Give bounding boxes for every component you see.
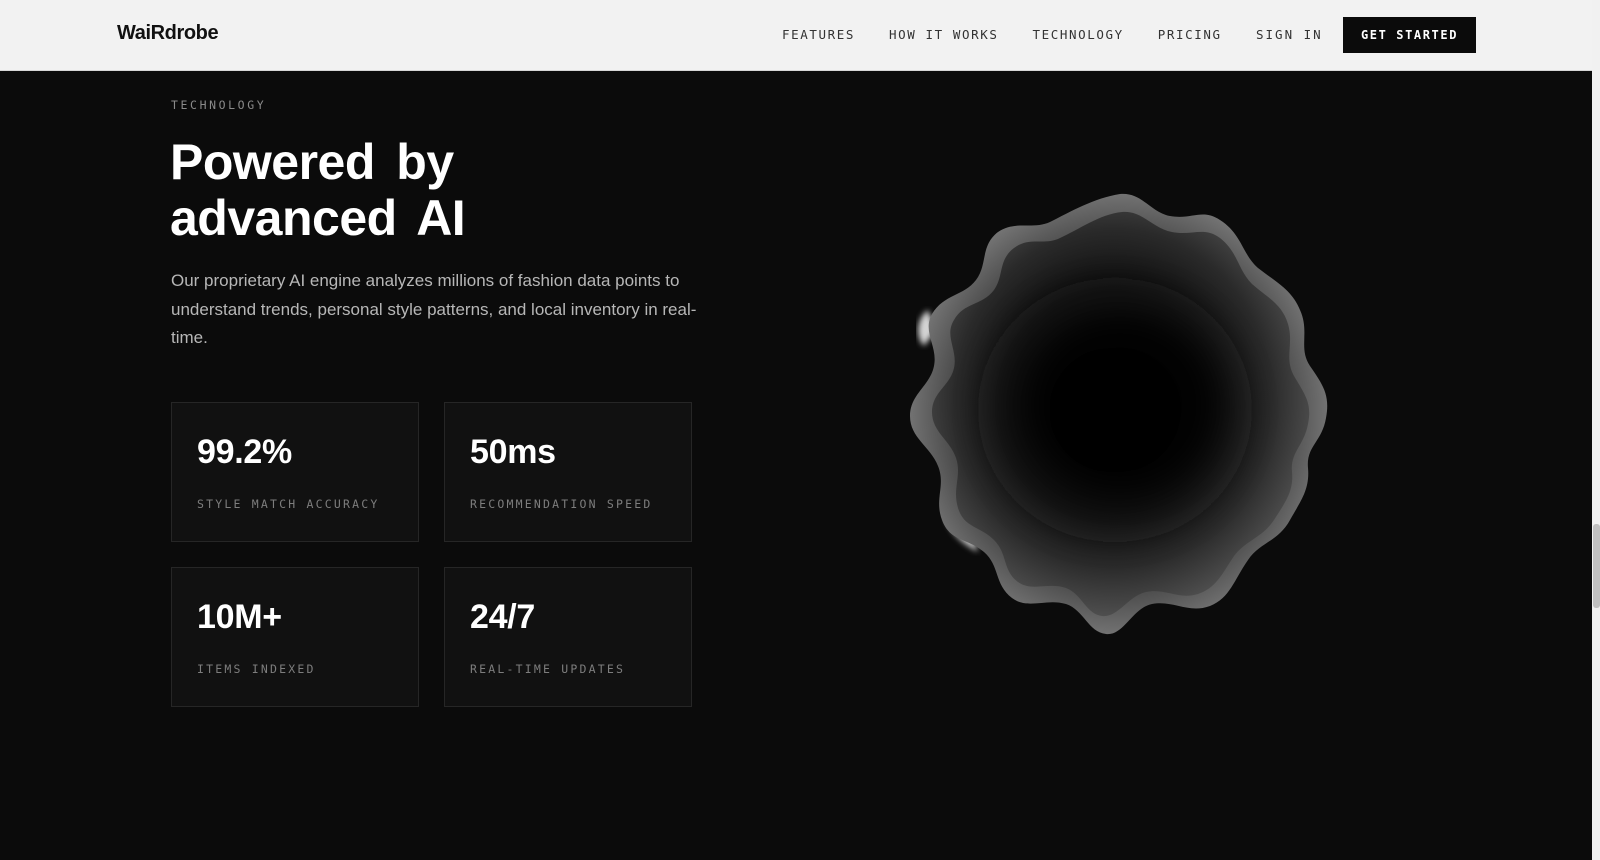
stat-card-updates: 24/7 REAL-TIME UPDATES bbox=[444, 567, 692, 707]
page: WaiRdrobe FEATURES HOW IT WORKS TECHNOLO… bbox=[0, 0, 1600, 860]
nav-link-how-it-works[interactable]: HOW IT WORKS bbox=[889, 27, 999, 42]
top-nav-bar: WaiRdrobe FEATURES HOW IT WORKS TECHNOLO… bbox=[0, 0, 1592, 71]
stat-label: ITEMS INDEXED bbox=[197, 662, 316, 676]
sign-in-link[interactable]: SIGN IN bbox=[1256, 27, 1323, 42]
main-nav: FEATURES HOW IT WORKS TECHNOLOGY PRICING bbox=[782, 27, 1256, 42]
stat-label: REAL-TIME UPDATES bbox=[470, 662, 626, 676]
blob-core-deep bbox=[1025, 315, 1215, 495]
headline-line-2: advanced AI bbox=[170, 190, 466, 246]
page-scrollbar[interactable] bbox=[1592, 0, 1600, 860]
brand-logo[interactable]: WaiRdrobe bbox=[117, 22, 219, 45]
headline-line-1: Powered by bbox=[170, 134, 454, 190]
section-eyebrow: TECHNOLOGY bbox=[171, 98, 267, 112]
nav-link-pricing[interactable]: PRICING bbox=[1158, 27, 1222, 42]
stat-value: 99.2% bbox=[197, 433, 292, 471]
stat-card-accuracy: 99.2% STYLE MATCH ACCURACY bbox=[171, 402, 419, 542]
organic-blob-icon bbox=[910, 193, 1328, 635]
nav-link-features[interactable]: FEATURES bbox=[782, 27, 855, 42]
stat-label: STYLE MATCH ACCURACY bbox=[197, 497, 380, 511]
stat-card-speed: 50ms RECOMMENDATION SPEED bbox=[444, 402, 692, 542]
stat-label: RECOMMENDATION SPEED bbox=[470, 497, 653, 511]
stat-value: 50ms bbox=[470, 433, 556, 471]
nav-link-technology[interactable]: TECHNOLOGY bbox=[1033, 27, 1124, 42]
stat-value: 10M+ bbox=[197, 598, 282, 636]
get-started-button[interactable]: GET STARTED bbox=[1343, 17, 1476, 53]
section-description: Our proprietary AI engine analyzes milli… bbox=[171, 271, 697, 347]
stat-card-items: 10M+ ITEMS INDEXED bbox=[171, 567, 419, 707]
section-headline: Powered by advanced AI bbox=[170, 134, 690, 246]
scrollbar-thumb[interactable] bbox=[1593, 524, 1600, 608]
stat-value: 24/7 bbox=[470, 598, 535, 636]
